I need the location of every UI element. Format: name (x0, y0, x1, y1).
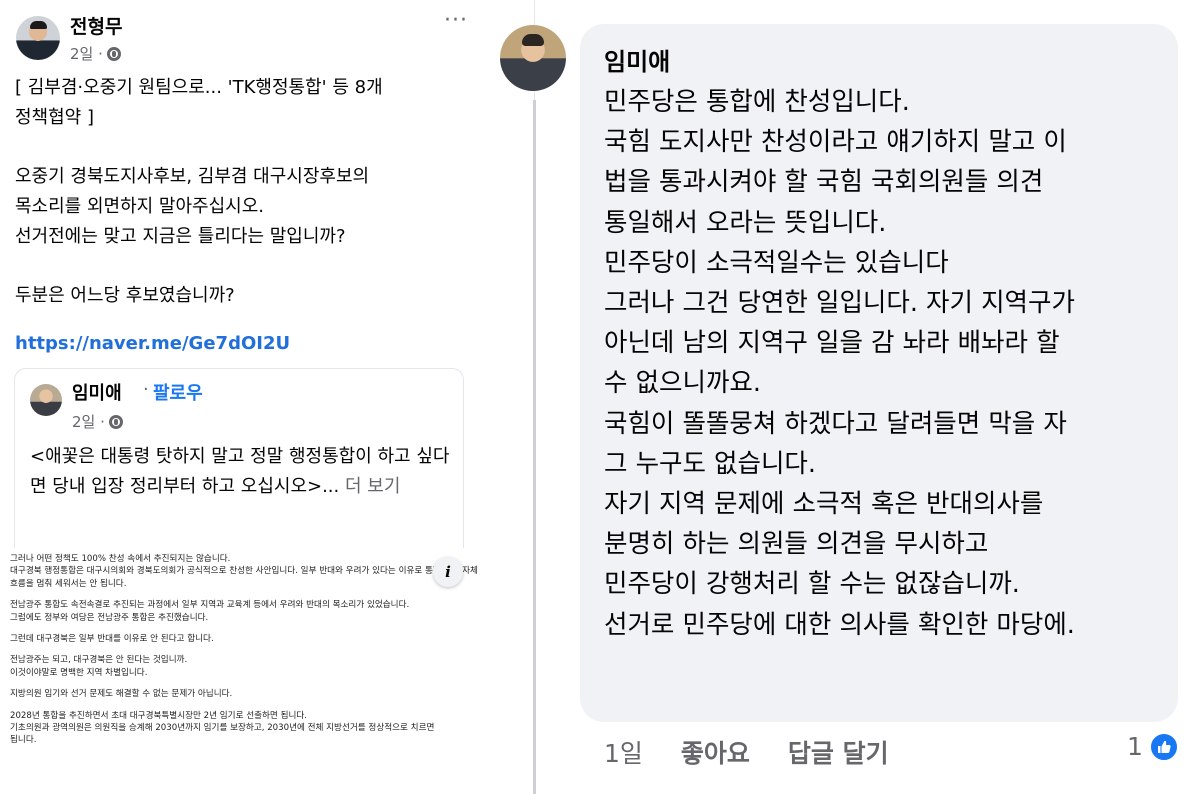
comment-line: 국힘이 똘똘뭉쳐 하겠다고 달려들면 막을 자 (604, 408, 1067, 439)
feed-post: 전형무 2일 · ··· [ 김부겸·오중기 원팀으로... 'TK행정통합' … (0, 0, 535, 794)
comment-line: 법을 통과시켜야 할 국힘 국회의원들 의견 (604, 167, 1044, 198)
reaction-count[interactable]: 1 (1127, 732, 1143, 761)
comment-text: 민주당은 통합에 찬성입니다. 국힘 도지사만 찬성이라고 얘기하지 말고 이 … (604, 82, 1164, 645)
doc-line: 2028년 통합을 추진하면서 초대 대구경북특별시장만 2년 임기로 선출하면… (10, 710, 308, 721)
comment-line: 국힘 도지사만 찬성이라고 얘기하지 말고 이 (604, 127, 1067, 158)
shared-post-card[interactable]: 임미애 · 팔로우 2일 · <애꽃은 대통령 탓하지 말고 정말 행정통합이 … (14, 368, 464, 550)
globe-icon (108, 414, 123, 429)
doc-line: 지방의원 임기와 선거 문제도 해결할 수 없는 문제가 아닙니다. (10, 689, 233, 700)
info-icon[interactable]: i (433, 557, 463, 587)
post-meta: 2일 · (70, 43, 121, 64)
comment-line: 분명히 하는 의원들 의견을 무시하고 (604, 529, 989, 560)
post-author-name[interactable]: 전형무 (70, 12, 122, 39)
shared-post-meta: 2일 · (72, 411, 123, 432)
post-time[interactable]: 2일 · (70, 43, 103, 64)
post-line: 선거전에는 맞고 지금은 틀리다는 말입니까? (15, 226, 346, 247)
comment-line: 민주당이 강행처리 할 수는 없잖습니까. (604, 569, 1020, 600)
comment-line: 그 누구도 없습니다. (604, 448, 816, 479)
doc-line: 전남광주는 되고, 대구경북은 안 된다는 것입니까. (10, 655, 188, 666)
comment-line: 그러나 그건 당연한 일입니다. 자기 지역구가 (604, 288, 1075, 319)
doc-line: 이것이야말로 명백한 지역 차별입니다. (10, 667, 148, 678)
post-link[interactable]: https://naver.me/Ge7dOI2U (15, 333, 290, 354)
doc-line: 그럼에도 정부와 여당은 전남광주 통합은 추진했습니다. (10, 612, 209, 623)
author-avatar[interactable] (16, 16, 60, 60)
comment-bubble: 임미애 민주당은 통합에 찬성입니다. 국힘 도지사만 찬성이라고 얘기하지 말… (580, 24, 1178, 722)
shared-post-text: <애꽃은 대통령 탓하지 말고 정말 행정통합이 하고 싶다면 당내 입장 정리… (30, 442, 450, 502)
post-line: 정책협약 ] (15, 107, 94, 128)
globe-icon (106, 46, 121, 61)
reply-button[interactable]: 답글 달기 (788, 734, 889, 770)
comment-line: 민주당은 통합에 찬성입니다. (604, 87, 910, 117)
comment-time[interactable]: 1일 (604, 734, 643, 770)
like-button[interactable]: 좋아요 (681, 734, 750, 770)
doc-line: 그런데 대구경북은 일부 반대를 이유로 안 된다고 합니다. (10, 634, 214, 645)
post-line: 두분은 어느당 후보였습니까? (15, 285, 235, 306)
separator-dot: · (143, 379, 149, 400)
doc-line: 전남광주 통합도 속전속결로 추진되는 과정에서 일부 지역과 교육계 등에서 … (10, 600, 410, 611)
see-more-link[interactable]: 더 보기 (339, 476, 400, 497)
comment-actions: 1일 좋아요 답글 달기 (604, 734, 889, 770)
comment-thread-line (533, 100, 536, 794)
thumbs-up-icon[interactable] (1149, 732, 1179, 762)
post-line: 오중기 경북도지사후보, 김부겸 대구시장후보의 (15, 166, 370, 187)
comment-line: 민주당이 소극적일수는 있습니다 (604, 247, 949, 278)
post-body: [ 김부겸·오중기 원팀으로... 'TK행정통합' 등 8개 정책협약 ] 오… (15, 73, 515, 311)
comment-line: 자기 지역 문제에 소극적 혹은 반대의사를 (604, 489, 1044, 520)
shared-author-avatar[interactable] (30, 384, 62, 416)
post-line: [ 김부겸·오중기 원팀으로... 'TK행정통합' 등 8개 (15, 77, 383, 98)
doc-line: 기초의원과 광역의원은 의원직을 승계해 2030년까지 임기를 보장하고, 2… (10, 723, 435, 734)
post-line: 목소리를 외면하지 말아주십시오. (15, 196, 265, 217)
follow-button[interactable]: 팔로우 (153, 379, 203, 405)
doc-line: 됩니다. (10, 735, 37, 746)
commenter-name[interactable]: 임미애 (604, 42, 670, 77)
comment-line: 수 없으니까요. (604, 368, 761, 399)
commenter-avatar[interactable] (500, 25, 566, 91)
comment-line: 통일해서 오라는 뜻입니다. (604, 207, 887, 238)
shared-author-name[interactable]: 임미애 (72, 379, 122, 405)
comment-line: 선거로 민주당에 대한 의사를 확인한 마당에. (604, 609, 1075, 640)
comment-line: 아닌데 남의 지역구 일을 감 놔라 배놔라 할 (604, 328, 1060, 359)
more-options-button[interactable]: ··· (444, 8, 468, 33)
shared-post-time[interactable]: 2일 · (72, 411, 105, 432)
